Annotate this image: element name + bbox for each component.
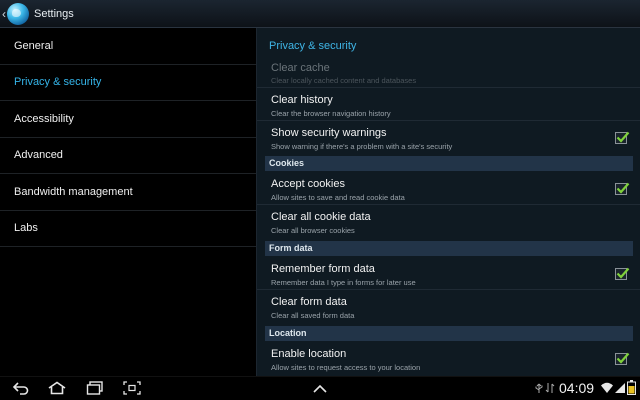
usb-icon <box>535 383 543 393</box>
pref-title: Clear form data <box>271 296 347 308</box>
recent-apps-icon[interactable] <box>86 381 104 395</box>
clear-cache-pref: Clear cache Clear locally cached content… <box>257 58 640 88</box>
pref-title: Accept cookies <box>271 178 345 190</box>
sidebar-item-label: Advanced <box>14 149 63 162</box>
back-icon[interactable] <box>12 381 30 395</box>
clear-form-pref[interactable]: Clear form data Clear all saved form dat… <box>257 290 640 323</box>
accept-cookies-checkbox[interactable] <box>615 182 630 195</box>
section-header-form-data: Form data <box>265 241 633 256</box>
screenshot-icon[interactable] <box>123 381 141 395</box>
security-warnings-pref[interactable]: Show security warnings Show warning if t… <box>257 121 640 154</box>
pref-title: Enable location <box>271 348 347 360</box>
sidebar-item-privacy-security[interactable]: Privacy & security <box>0 65 256 101</box>
pref-summary: Clear locally cached content and databas… <box>271 76 417 85</box>
privacy-security-panel: Privacy & security Clear cache Clear loc… <box>256 28 640 376</box>
app-title: Settings <box>34 7 74 20</box>
checkmark-icon <box>616 267 630 279</box>
status-clock: 04:09 <box>559 380 595 396</box>
settings-categories: General Privacy & security Accessibility… <box>0 28 256 376</box>
pref-summary: Show warning if there's a problem with a… <box>271 142 453 151</box>
app-up-button[interactable]: ‹ <box>0 0 29 28</box>
sidebar-item-labs[interactable]: Labs <box>0 211 256 247</box>
pref-summary: Clear the browser navigation history <box>271 109 391 118</box>
pref-title: Clear all cookie data <box>271 211 371 223</box>
pref-summary: Allow sites to save and read cookie data <box>271 193 405 202</box>
battery-icon <box>627 380 636 395</box>
sidebar-item-general[interactable]: General <box>0 28 256 65</box>
system-bar: 04:09 <box>0 376 640 400</box>
pref-title: Clear cache <box>271 62 330 74</box>
chevron-left-icon: ‹ <box>2 6 6 21</box>
checkmark-icon <box>616 131 630 143</box>
transfer-icon <box>545 383 555 393</box>
checkmark-icon <box>616 352 630 364</box>
enable-location-pref[interactable]: Enable location Allow sites to request a… <box>257 342 640 376</box>
security-warnings-checkbox[interactable] <box>615 131 630 144</box>
remember-form-pref[interactable]: Remember form data Remember data I type … <box>257 257 640 290</box>
clear-history-pref[interactable]: Clear history Clear the browser navigati… <box>257 88 640 121</box>
remember-form-checkbox[interactable] <box>615 267 630 280</box>
pref-summary: Clear all browser cookies <box>271 226 355 235</box>
pref-title: Clear history <box>271 94 333 106</box>
section-header-cookies: Cookies <box>265 156 633 171</box>
pref-title: Show security warnings <box>271 127 387 139</box>
sidebar-item-label: Privacy & security <box>14 76 102 89</box>
sidebar-item-label: Accessibility <box>14 112 74 125</box>
enable-location-checkbox[interactable] <box>615 352 630 365</box>
panel-title: Privacy & security <box>269 40 357 52</box>
clear-cookies-pref[interactable]: Clear all cookie data Clear all browser … <box>257 205 640 238</box>
menu-up-icon[interactable] <box>312 384 328 394</box>
sidebar-item-accessibility[interactable]: Accessibility <box>0 101 256 138</box>
section-header-location: Location <box>265 326 633 341</box>
action-bar: ‹ Settings <box>0 0 640 28</box>
home-icon[interactable] <box>47 381 67 395</box>
pref-title: Remember form data <box>271 263 375 275</box>
pref-summary: Allow sites to request access to your lo… <box>271 363 421 372</box>
checkmark-icon <box>616 182 630 194</box>
sidebar-item-advanced[interactable]: Advanced <box>0 138 256 174</box>
accept-cookies-pref[interactable]: Accept cookies Allow sites to save and r… <box>257 172 640 205</box>
wifi-icon <box>601 382 613 393</box>
pref-summary: Remember data I type in forms for later … <box>271 278 416 287</box>
browser-globe-icon <box>7 2 29 25</box>
sidebar-item-bandwidth-management[interactable]: Bandwidth management <box>0 174 256 211</box>
sidebar-item-label: Labs <box>14 222 38 235</box>
signal-icon <box>615 383 625 393</box>
sidebar-item-label: Bandwidth management <box>14 185 133 198</box>
sidebar-item-label: General <box>14 39 54 52</box>
pref-summary: Clear all saved form data <box>271 311 355 320</box>
